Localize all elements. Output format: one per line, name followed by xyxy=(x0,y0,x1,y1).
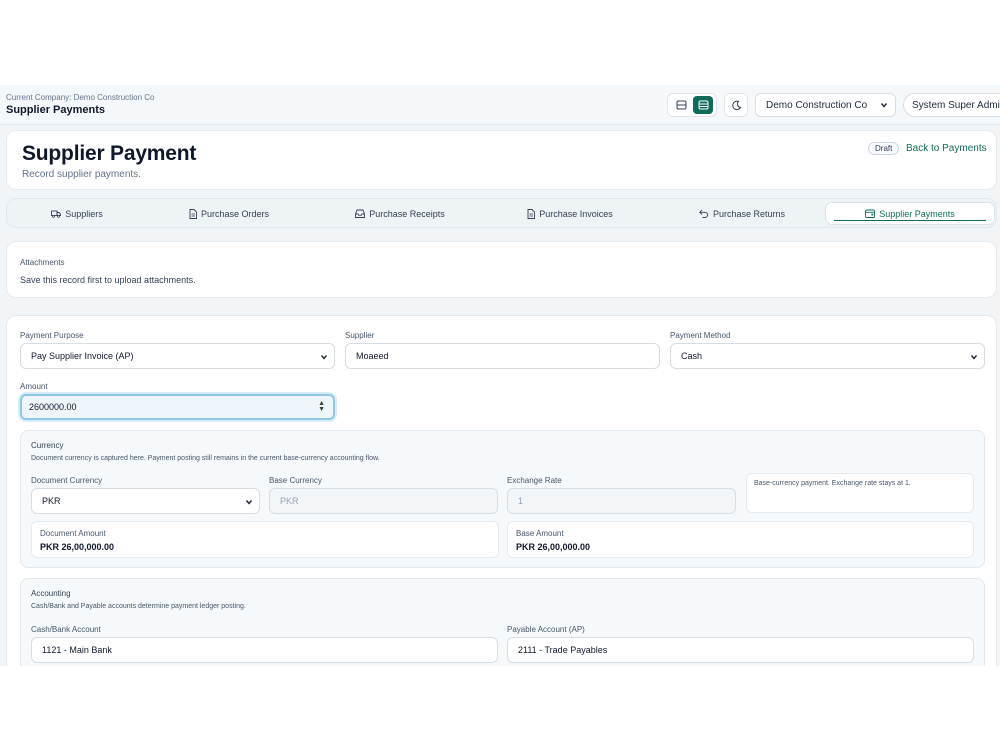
list-layout-button[interactable] xyxy=(693,96,713,114)
base-amount-value: PKR 26,00,000.00 xyxy=(516,542,591,552)
base-amount-box: Base Amount PKR 26,00,000.00 xyxy=(507,521,974,558)
inbox-icon xyxy=(355,209,366,218)
theme-toggle-button[interactable] xyxy=(724,93,748,117)
payment-method-value: Cash xyxy=(681,351,703,361)
document-currency-value: PKR xyxy=(42,496,61,506)
document-amount-label: Document Amount xyxy=(40,529,106,538)
supplier-value: Moaeed xyxy=(356,351,389,361)
header-page-name: Supplier Payments xyxy=(6,104,106,116)
number-spinner-icon[interactable]: ▲ ▼ xyxy=(318,400,325,413)
chevron-down-icon xyxy=(245,500,253,505)
accounting-title: Accounting xyxy=(31,589,71,598)
document-currency-label: Document Currency xyxy=(31,476,103,485)
exchange-rate-field: 1 xyxy=(507,488,736,514)
back-to-payments-link[interactable]: Back to Payments xyxy=(906,142,987,155)
page-header-card: Supplier Payment Record supplier payment… xyxy=(6,130,997,190)
base-currency-value: PKR xyxy=(280,496,299,506)
user-name: System Super Admin xyxy=(912,99,1000,111)
tab-label: Purchase Invoices xyxy=(539,208,613,219)
current-company-label: Current Company: Demo Construction Co xyxy=(6,93,155,102)
exchange-rate-value: 1 xyxy=(518,496,524,506)
document-amount-value: PKR 26,00,000.00 xyxy=(40,542,115,552)
payment-method-select[interactable]: Cash xyxy=(670,343,985,369)
cash-bank-account-input[interactable]: 1121 - Main Bank xyxy=(31,637,498,663)
tab-purchase-invoices[interactable]: Purchase Invoices xyxy=(509,202,631,225)
page-title: Supplier Payment xyxy=(22,142,197,165)
payment-form: Payment Purpose Pay Supplier Invoice (AP… xyxy=(6,315,997,666)
base-currency-label: Base Currency xyxy=(269,476,322,485)
tab-label: Suppliers xyxy=(65,208,103,219)
wallet-icon xyxy=(865,209,876,218)
payment-purpose-value: Pay Supplier Invoice (AP) xyxy=(31,351,134,361)
exchange-rate-label: Exchange Rate xyxy=(507,476,562,485)
top-header: Current Company: Demo Construction Co Su… xyxy=(0,85,1000,125)
base-amount-label: Base Amount xyxy=(516,529,564,538)
currency-description: Document currency is captured here. Paym… xyxy=(31,455,380,462)
exchange-rate-note: Base-currency payment. Exchange rate sta… xyxy=(746,473,974,513)
module-tabs: Suppliers Purchase Orders Purchase Recei… xyxy=(6,198,997,228)
payment-purpose-select[interactable]: Pay Supplier Invoice (AP) xyxy=(20,343,335,369)
amount-input[interactable]: 2600000.00 ▲ ▼ xyxy=(20,394,335,420)
truck-icon xyxy=(51,210,62,218)
chevron-down-icon xyxy=(320,355,328,360)
tab-purchase-orders[interactable]: Purchase Orders xyxy=(171,202,287,225)
attachments-card: Attachments Save this record first to up… xyxy=(6,241,997,298)
tab-purchase-receipts[interactable]: Purchase Receipts xyxy=(337,202,463,225)
tab-purchase-returns[interactable]: Purchase Returns xyxy=(681,202,803,225)
cash-bank-account-label: Cash/Bank Account xyxy=(31,625,101,634)
document-icon xyxy=(527,208,536,219)
payment-method-label: Payment Method xyxy=(670,331,731,340)
accounting-description: Cash/Bank and Payable accounts determine… xyxy=(31,603,246,610)
split-layout-icon xyxy=(676,100,686,110)
payment-purpose-label: Payment Purpose xyxy=(20,331,84,340)
currency-title: Currency xyxy=(31,441,64,450)
payable-account-label: Payable Account (AP) xyxy=(507,625,585,634)
payable-account-input[interactable]: 2111 - Trade Payables xyxy=(507,637,974,663)
base-currency-field: PKR xyxy=(269,488,498,514)
status-badge: Draft xyxy=(868,142,900,155)
company-select-value: Demo Construction Co xyxy=(766,99,868,111)
tab-suppliers[interactable]: Suppliers xyxy=(17,202,137,225)
tab-label: Purchase Returns xyxy=(712,208,786,219)
chevron-down-icon xyxy=(880,103,888,108)
company-select[interactable]: Demo Construction Co xyxy=(755,93,896,117)
tab-label: Purchase Orders xyxy=(200,208,270,219)
attachments-label: Attachments xyxy=(20,258,65,267)
list-layout-icon xyxy=(698,100,708,110)
layout-toggle xyxy=(667,93,717,117)
accounting-section: Accounting Cash/Bank and Payable account… xyxy=(20,578,985,666)
document-amount-box: Document Amount PKR 26,00,000.00 xyxy=(31,521,499,558)
tab-supplier-payments[interactable]: Supplier Payments xyxy=(825,202,995,225)
chevron-down-icon xyxy=(970,355,978,360)
document-currency-select[interactable]: PKR xyxy=(31,488,260,514)
cash-bank-account-value: 1121 - Main Bank xyxy=(42,645,112,655)
attachments-message: Save this record first to upload attachm… xyxy=(20,275,196,285)
document-icon xyxy=(189,208,197,219)
tab-label: Supplier Payments xyxy=(879,208,955,219)
supplier-label: Supplier xyxy=(345,331,375,340)
amount-value: 2600000.00 xyxy=(29,402,77,412)
supplier-input[interactable]: Moaeed xyxy=(345,343,660,369)
currency-section: Currency Document currency is captured h… xyxy=(20,430,985,568)
tab-label: Purchase Receipts xyxy=(369,208,445,219)
payable-account-value: 2111 - Trade Payables xyxy=(518,645,608,655)
split-layout-button[interactable] xyxy=(671,96,691,114)
app-window: Current Company: Demo Construction Co Su… xyxy=(0,85,1000,666)
user-menu-button[interactable]: System Super Admin xyxy=(903,93,1000,117)
amount-label: Amount xyxy=(20,382,48,391)
undo-icon xyxy=(699,209,708,218)
moon-icon xyxy=(731,100,741,110)
page-subtitle: Record supplier payments. xyxy=(22,169,141,180)
